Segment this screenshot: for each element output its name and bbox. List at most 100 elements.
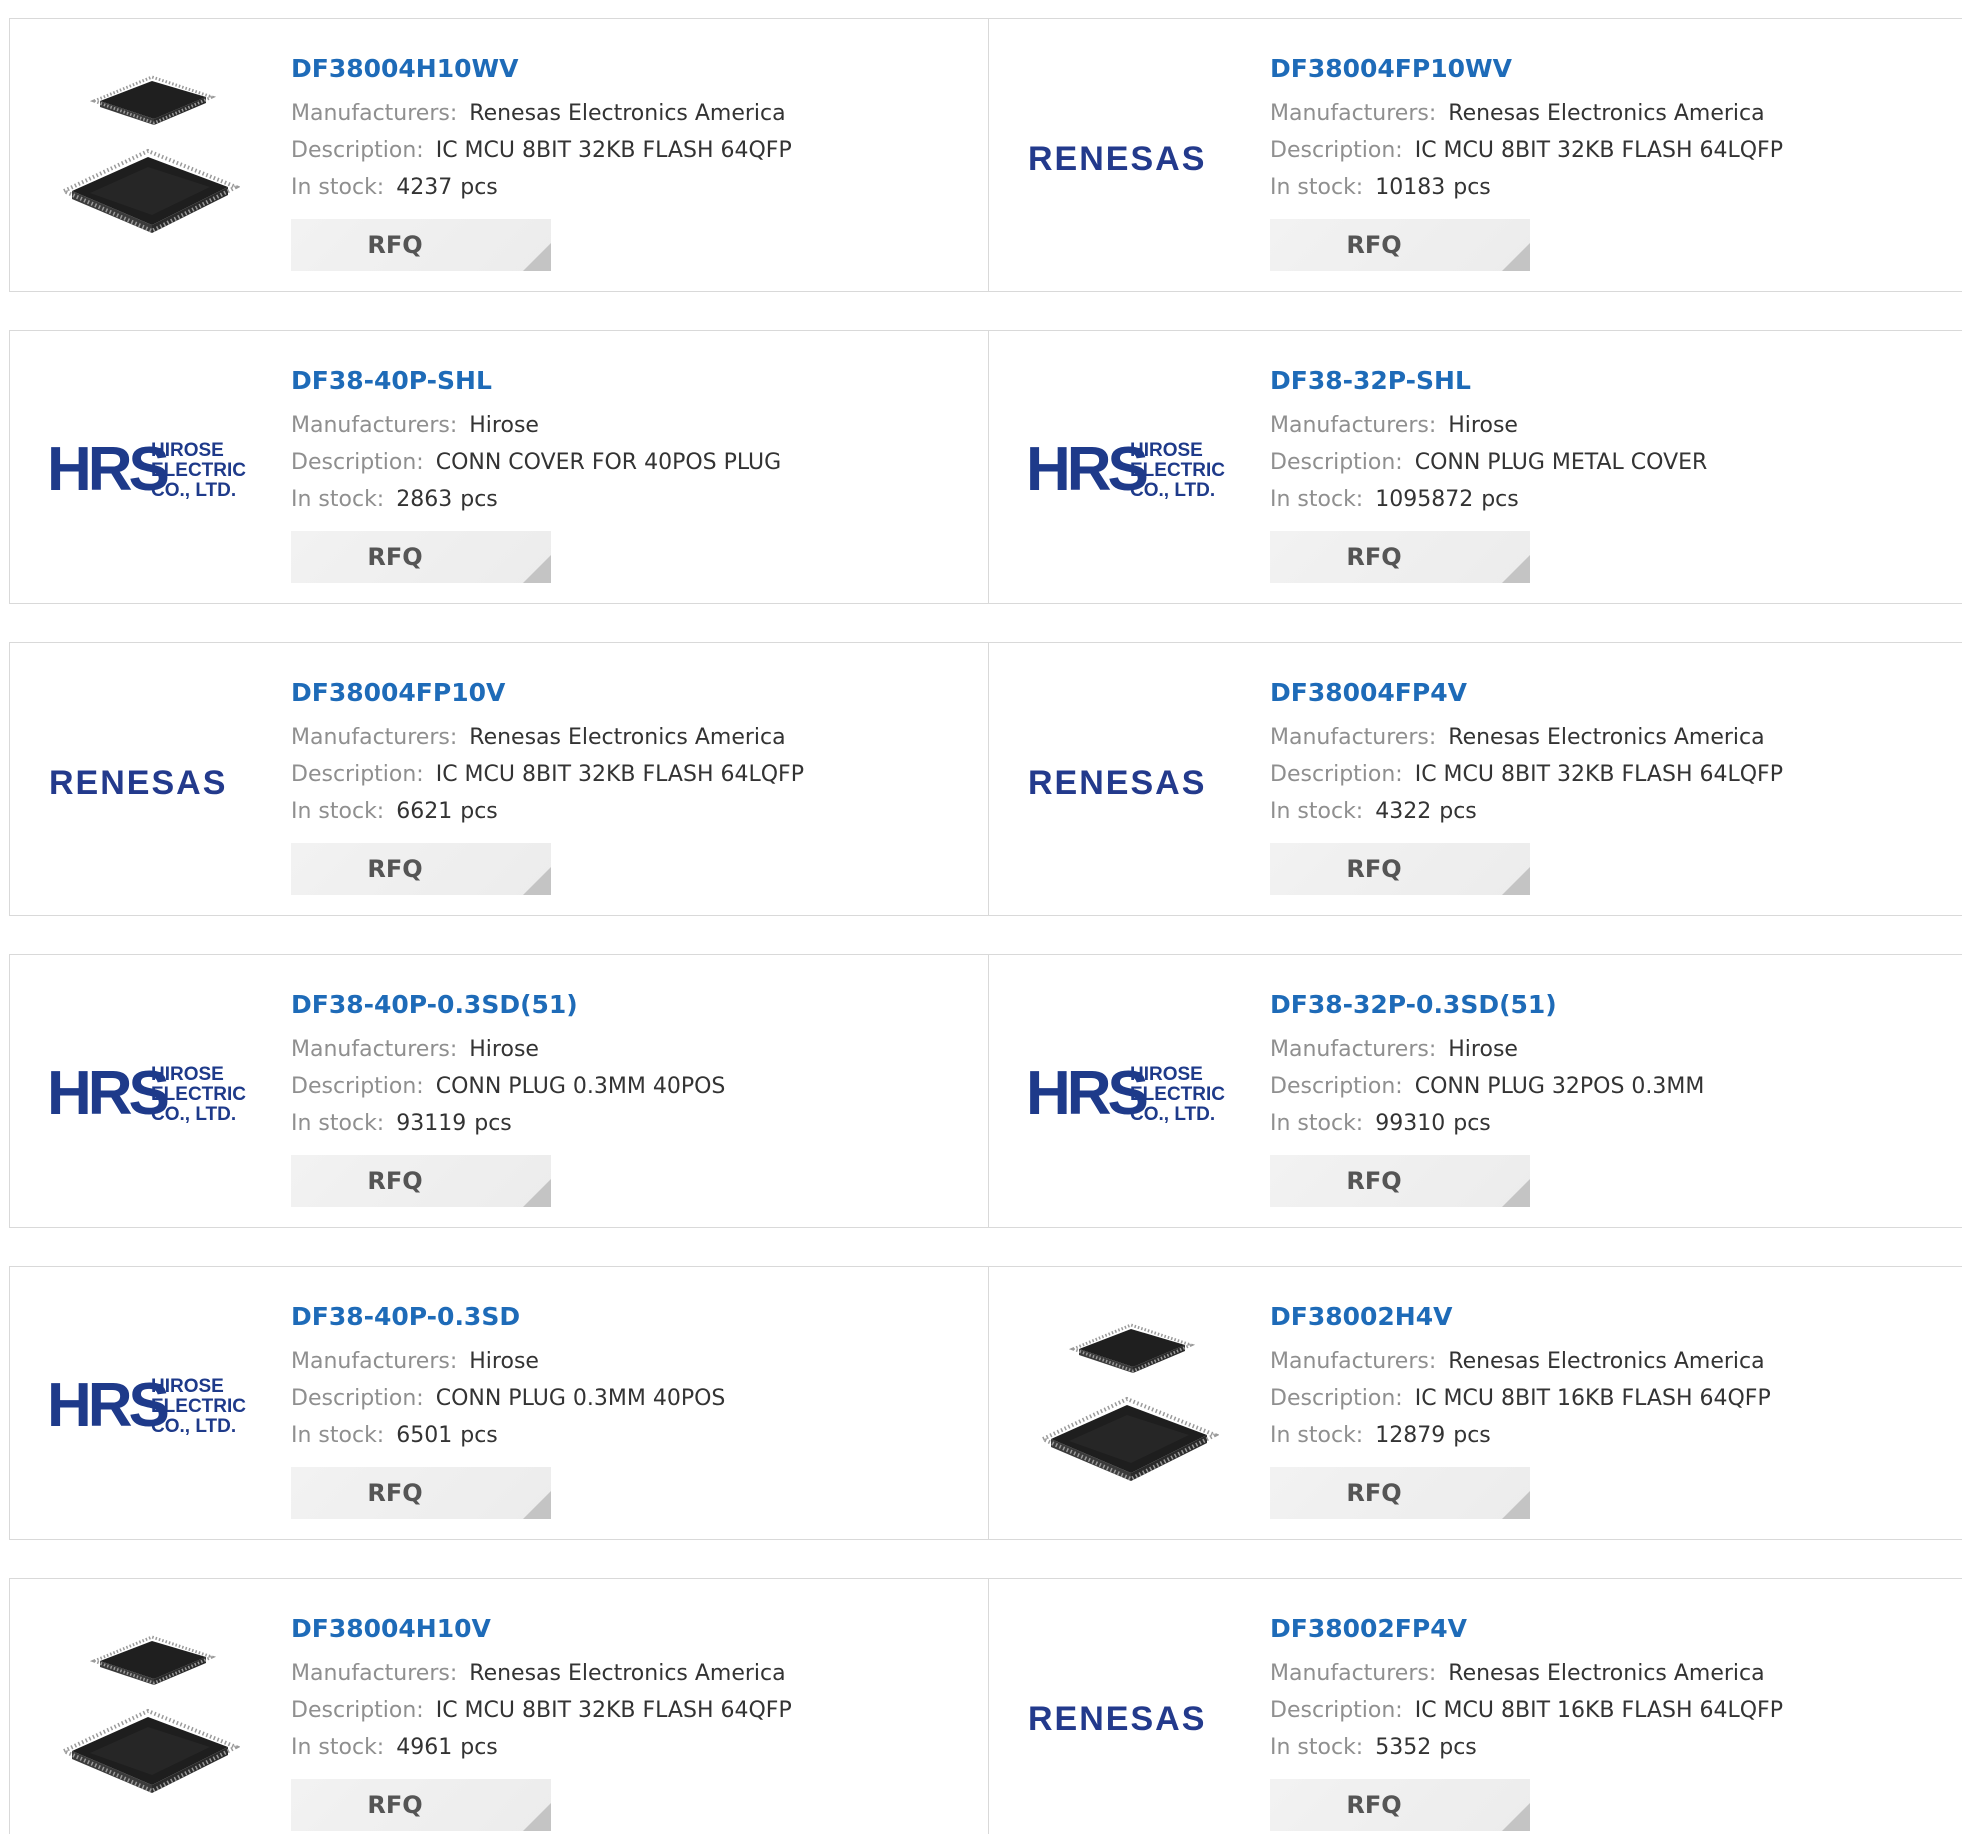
- rfq-button[interactable]: RFQ: [1270, 843, 1530, 895]
- product-row: DF38004H10V Manufacturers: Renesas Electro…: [9, 1578, 1962, 1834]
- description-line: Description: IC MCU 8BIT 16KB FLASH 64LQF…: [1270, 1692, 1956, 1729]
- rfq-button[interactable]: RFQ: [1270, 1155, 1530, 1207]
- part-number-link[interactable]: DF38004FP10V: [291, 673, 978, 713]
- part-number-link[interactable]: DF38-40P-0.3SD(51): [291, 985, 978, 1025]
- rfq-button[interactable]: RFQ: [1270, 531, 1530, 583]
- rfq-button[interactable]: RFQ: [291, 1779, 551, 1831]
- stock-label: In stock:: [291, 175, 385, 200]
- stock-label: In stock:: [1270, 487, 1364, 512]
- product-thumbnail[interactable]: RENESAS: [1026, 683, 1232, 879]
- part-number-link[interactable]: DF38004H10V: [291, 1609, 978, 1649]
- product-thumbnail[interactable]: [1026, 1307, 1232, 1503]
- part-number-link[interactable]: DF38-40P-0.3SD: [291, 1297, 978, 1337]
- svg-text:HRS: HRS: [1026, 435, 1147, 504]
- part-number-link[interactable]: DF38-32P-SHL: [1270, 361, 1956, 401]
- part-number-link[interactable]: DF38004FP10WV: [1270, 49, 1956, 89]
- rfq-button[interactable]: RFQ: [291, 1467, 551, 1519]
- part-number-link[interactable]: DF38-32P-0.3SD(51): [1270, 985, 1956, 1025]
- stock-label: In stock:: [291, 1423, 385, 1448]
- product-info: DF38-40P-SHL Manufacturers: Hirose Descript…: [291, 361, 978, 518]
- product-thumbnail[interactable]: HRS HIROSE ELECTRIC CO., LTD.: [1026, 995, 1232, 1191]
- product-thumbnail[interactable]: HRS HIROSE ELECTRIC CO., LTD.: [47, 1307, 253, 1503]
- description-line: Description: IC MCU 8BIT 32KB FLASH 64LQF…: [1270, 132, 1956, 169]
- stock-line: In stock: 5352 pcs: [1270, 1729, 1956, 1766]
- stock-label: In stock:: [291, 487, 385, 512]
- product-thumbnail[interactable]: RENESAS: [1026, 59, 1232, 255]
- product-card: HRS HIROSE ELECTRIC CO., LTD. DF38-40P-0…: [10, 955, 988, 1227]
- stock-line: In stock: 4237 pcs: [291, 169, 978, 206]
- stock-unit: pcs: [1453, 1111, 1491, 1136]
- rfq-button[interactable]: RFQ: [1270, 219, 1530, 271]
- product-thumbnail[interactable]: HRS HIROSE ELECTRIC CO., LTD.: [1026, 371, 1232, 567]
- part-number-link[interactable]: DF38004FP4V: [1270, 673, 1956, 713]
- stock-value: 4322: [1375, 799, 1432, 824]
- rfq-button[interactable]: RFQ: [291, 1155, 551, 1207]
- rfq-button[interactable]: RFQ: [291, 531, 551, 583]
- stock-value: 6501: [396, 1423, 453, 1448]
- svg-text:HIROSE: HIROSE: [1130, 440, 1203, 461]
- svg-text:HIROSE: HIROSE: [151, 440, 224, 461]
- product-thumbnail[interactable]: [47, 1619, 253, 1815]
- rfq-label: RFQ: [1346, 231, 1402, 259]
- rfq-label: RFQ: [1346, 1167, 1402, 1195]
- chip-photo: [60, 1635, 240, 1794]
- description-label: Description:: [291, 1386, 424, 1411]
- description-line: Description: IC MCU 8BIT 32KB FLASH 64LQF…: [291, 756, 978, 793]
- manufacturer-line: Manufacturers: Renesas Electronics Americ…: [291, 1655, 978, 1692]
- stock-unit: pcs: [1453, 175, 1491, 200]
- rfq-button[interactable]: RFQ: [1270, 1779, 1530, 1831]
- rfq-label: RFQ: [367, 1791, 423, 1819]
- description-line: Description: CONN COVER FOR 40POS PLUG: [291, 444, 978, 481]
- part-number-link[interactable]: DF38-40P-SHL: [291, 361, 978, 401]
- manufacturer-line: Manufacturers: Hirose: [1270, 1031, 1956, 1068]
- stock-label: In stock:: [291, 1111, 385, 1136]
- stock-unit: pcs: [474, 1111, 512, 1136]
- stock-line: In stock: 6501 pcs: [291, 1417, 978, 1454]
- manufacturer-label: Manufacturers:: [1270, 725, 1437, 750]
- product-row: HRS HIROSE ELECTRIC CO., LTD. DF38-40P-0…: [9, 954, 1962, 1228]
- stock-value: 2863: [396, 487, 453, 512]
- product-thumbnail[interactable]: [47, 59, 253, 255]
- product-thumbnail[interactable]: RENESAS: [1026, 1619, 1232, 1815]
- stock-line: In stock: 99310 pcs: [1270, 1105, 1956, 1142]
- stock-value: 4237: [396, 175, 453, 200]
- manufacturer-label: Manufacturers:: [291, 413, 458, 438]
- product-thumbnail[interactable]: RENESAS: [47, 683, 253, 879]
- stock-value: 5352: [1375, 1735, 1432, 1760]
- part-number-link[interactable]: DF38004H10WV: [291, 49, 978, 89]
- description-label: Description:: [291, 138, 424, 163]
- stock-value: 12879: [1375, 1423, 1446, 1448]
- stock-line: In stock: 2863 pcs: [291, 481, 978, 518]
- stock-value: 93119: [396, 1111, 467, 1136]
- stock-label: In stock:: [1270, 799, 1364, 824]
- manufacturer-value: Renesas Electronics America: [1448, 725, 1765, 750]
- rfq-button[interactable]: RFQ: [1270, 1467, 1530, 1519]
- product-card: DF38004H10V Manufacturers: Renesas Electro…: [10, 1579, 988, 1834]
- stock-line: In stock: 12879 pcs: [1270, 1417, 1956, 1454]
- rfq-button[interactable]: RFQ: [291, 843, 551, 895]
- manufacturer-value: Renesas Electronics America: [1448, 1349, 1765, 1374]
- svg-text:HRS: HRS: [47, 1371, 168, 1440]
- svg-text:RENESAS: RENESAS: [1028, 140, 1206, 178]
- stock-unit: pcs: [460, 487, 498, 512]
- svg-text:CO., LTD.: CO., LTD.: [151, 1104, 236, 1125]
- product-thumbnail[interactable]: HRS HIROSE ELECTRIC CO., LTD.: [47, 371, 253, 567]
- description-line: Description: CONN PLUG 0.3MM 40POS: [291, 1380, 978, 1417]
- description-label: Description:: [291, 1698, 424, 1723]
- rfq-label: RFQ: [1346, 1479, 1402, 1507]
- rfq-button[interactable]: RFQ: [291, 219, 551, 271]
- product-info: DF38-32P-0.3SD(51) Manufacturers: Hirose De…: [1270, 985, 1956, 1142]
- chip-photo: [1039, 1323, 1219, 1482]
- hrs-logo: HRS HIROSE ELECTRIC CO., LTD.: [47, 435, 246, 504]
- stock-unit: pcs: [460, 1423, 498, 1448]
- description-label: Description:: [1270, 762, 1403, 787]
- product-thumbnail[interactable]: HRS HIROSE ELECTRIC CO., LTD.: [47, 995, 253, 1191]
- part-number-link[interactable]: DF38002FP4V: [1270, 1609, 1956, 1649]
- rfq-label: RFQ: [1346, 543, 1402, 571]
- svg-text:HRS: HRS: [1026, 1059, 1147, 1128]
- part-number-link[interactable]: DF38002H4V: [1270, 1297, 1956, 1337]
- product-card: HRS HIROSE ELECTRIC CO., LTD. DF38-40P-0…: [10, 1267, 988, 1539]
- svg-text:HIROSE: HIROSE: [151, 1064, 224, 1085]
- chip-small: [89, 1635, 217, 1685]
- stock-label: In stock:: [1270, 1423, 1364, 1448]
